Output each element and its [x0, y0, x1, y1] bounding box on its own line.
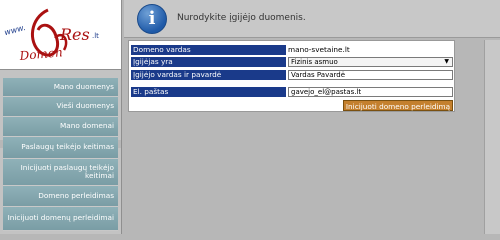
sidebar-item-label: Mano duomenys [53, 81, 114, 91]
header-bar: i Nurodykite įgijėjo duomenis. [124, 0, 500, 38]
scrollbar[interactable] [484, 40, 500, 234]
sidebar-item-paslaugu-teikejo-keitimas[interactable]: Paslaugų teikėjo keitimas [3, 137, 118, 159]
acquirer-name-label: Įgijėjo vardas ir pavardė [131, 70, 286, 80]
logo[interactable]: www. Res .lt Domen [0, 0, 122, 70]
initiate-transfer-button[interactable]: Inicijuoti domeno perleidimą [343, 100, 453, 111]
sidebar-item-mano-domenai[interactable]: Mano domenai [3, 117, 118, 137]
form-row-acquirer-type: Įgijėjas yra Fizinis asmuo ▼ [131, 57, 453, 67]
logo-graphic: www. Res .lt Domen [3, 8, 99, 63]
sidebar-item-viesi-duomenys[interactable]: Vieši duomenys [3, 97, 118, 117]
sidebar-item-inicijuoti-domenu-perleidimai[interactable]: Inicijuoti domenų perleidimai [3, 207, 118, 231]
sidebar-item-domeno-perleidimas[interactable]: Domeno perleidimas [3, 186, 118, 207]
sidebar-item-inicijuoti-paslaugu-teikejo-keitimai[interactable]: Inicijuoti paslaugų teikėjo keitimai [3, 159, 118, 186]
form-row-acquirer-name: Įgijėjo vardas ir pavardė Vardas Pavardė [131, 70, 453, 80]
svg-text:Domen: Domen [18, 45, 63, 63]
email-label: El. paštas [131, 87, 286, 97]
sidebar-item-label: Mano domenai [60, 121, 114, 131]
dropdown-arrow-icon: ▼ [444, 58, 449, 65]
header-message: Nurodykite įgijėjo duomenis. [177, 13, 306, 23]
domain-label: Domeno vardas [131, 45, 286, 55]
email-input[interactable]: gavejo_el@pastas.lt [288, 87, 453, 97]
svg-text:www.: www. [3, 23, 26, 37]
acquirer-type-select[interactable]: Fizinis asmuo ▼ [288, 57, 453, 67]
info-icon: i [137, 4, 167, 34]
svg-text:.lt: .lt [92, 32, 99, 40]
sidebar-item-mano-duomenys[interactable]: Mano duomenys [3, 78, 118, 97]
acquirer-name-input[interactable]: Vardas Pavardė [288, 70, 453, 80]
form-row-domain: Domeno vardas mano-svetaine.lt [131, 45, 453, 55]
acquirer-type-value: Fizinis asmuo [291, 58, 338, 66]
form-row-email: El. paštas gavejo_el@pastas.lt [131, 87, 453, 97]
acquirer-type-label: Įgijėjas yra [131, 57, 286, 67]
sidebar-item-label: Domeno perleidimas [38, 190, 114, 200]
sidebar-item-label: Paslaugų teikėjo keitimas [21, 142, 114, 152]
svg-text:Res: Res [59, 25, 90, 44]
sidebar-item-label: Inicijuoti paslaugų teikėjo keitimai [20, 162, 114, 180]
sidebar-item-label: Vieši duomenys [56, 101, 114, 111]
sidebar-item-label: Inicijuoti domenų perleidimai [7, 213, 114, 223]
domain-value: mano-svetaine.lt [288, 45, 350, 54]
